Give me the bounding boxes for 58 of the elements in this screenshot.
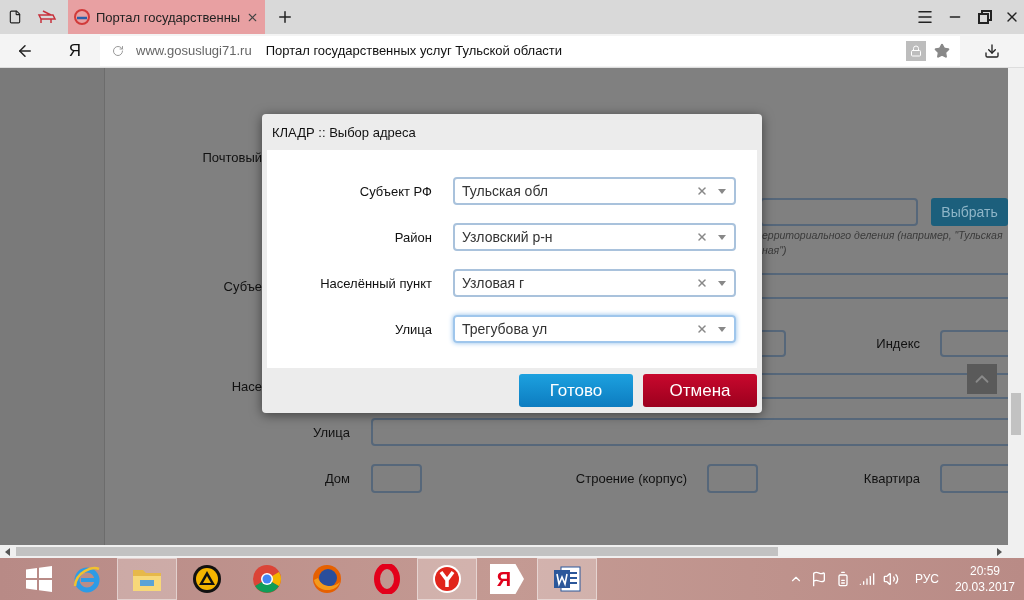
ring-icon: [372, 564, 402, 594]
field-label: Улица: [312, 424, 350, 440]
select-field[interactable]: Узловая г: [453, 269, 736, 297]
taskbar-button[interactable]: Я: [477, 558, 537, 600]
triangle-circle-icon: [192, 564, 222, 594]
field-label: Район: [393, 229, 432, 245]
field-label: Квартира: [862, 471, 920, 486]
horizontal-scrollbar[interactable]: [0, 545, 1024, 558]
browser-logo[interactable]: Я: [50, 40, 100, 61]
done-button[interactable]: Готово: [519, 374, 633, 407]
field-label: Насе: [230, 378, 262, 394]
vertical-scrollbar[interactable]: [1008, 68, 1024, 545]
dialog-title: КЛАДР :: Выбор адреса: [271, 123, 417, 142]
scroll-top-button[interactable]: [967, 364, 997, 394]
chrome-icon: [252, 564, 282, 594]
caret-icon[interactable]: [718, 188, 726, 194]
caret-icon[interactable]: [718, 326, 726, 332]
flag-icon[interactable]: [810, 571, 827, 587]
signal-icon[interactable]: [858, 571, 875, 587]
field-label: Дом: [323, 471, 350, 486]
clear-icon[interactable]: [696, 323, 708, 335]
cancel-button[interactable]: Отмена: [643, 374, 757, 407]
browser-e-icon: [72, 564, 102, 594]
select-field[interactable]: Трегубова ул: [453, 315, 736, 343]
address-field[interactable]: www.gosuslugi71.ru Портал государственных услуг Тульской области: [100, 35, 960, 66]
clear-icon[interactable]: [696, 277, 708, 289]
document-icon: [552, 564, 582, 594]
field-label: Индекс: [875, 336, 920, 351]
field-label: Субъе: [222, 278, 262, 294]
hint-text: ерриториального деления (например, "Тульская ная"): [762, 228, 1004, 258]
fox-globe-icon: [312, 564, 342, 594]
input-field[interactable]: [371, 418, 1008, 446]
clear-icon[interactable]: [696, 231, 708, 243]
tab-logo-icon: [37, 9, 57, 25]
select-field[interactable]: Тульская обл: [453, 177, 736, 205]
select-field[interactable]: Узловский р-н: [453, 223, 736, 251]
input-field[interactable]: [371, 464, 422, 493]
star-icon[interactable]: [934, 42, 950, 59]
caret-icon[interactable]: [718, 234, 726, 240]
field-label: Улица: [394, 321, 432, 337]
fork-circle-icon: [432, 564, 462, 594]
clear-icon[interactable]: [696, 185, 708, 197]
windows-icon: [26, 566, 52, 592]
volume-icon[interactable]: [882, 571, 899, 587]
field-label: Субъект РФ: [358, 183, 432, 199]
taskbar-button[interactable]: [417, 558, 477, 600]
field-label: Населённый пункт: [319, 275, 432, 291]
emblem-icon: [74, 9, 90, 25]
field-label: Почтовый: [201, 149, 262, 165]
url-text: www.gosuslugi71.ru: [136, 43, 252, 58]
logo-letter: Я: [496, 569, 512, 589]
field-label: Строение (корпус): [574, 471, 687, 486]
lock-icon: [906, 40, 926, 61]
caret-icon[interactable]: [718, 280, 726, 286]
page-title: Портал государственных услуг Тульской области: [265, 43, 564, 58]
taskbar-button[interactable]: [537, 558, 597, 600]
browser-tab[interactable]: Портал государственны: [68, 0, 266, 34]
input-field[interactable]: [707, 464, 758, 493]
